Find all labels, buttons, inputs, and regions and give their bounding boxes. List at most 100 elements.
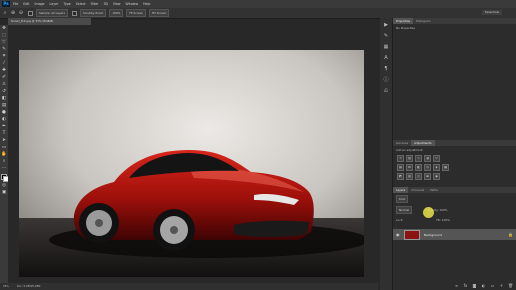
zoom-in-icon[interactable]: ⊕ (10, 10, 16, 16)
fill-screen-button[interactable]: Fill Screen (149, 9, 170, 17)
tab-paths[interactable]: Paths (427, 187, 441, 193)
color-lookup-icon[interactable]: ▦ (442, 164, 449, 171)
color-balance-icon[interactable]: ⚖ (406, 164, 413, 171)
brightness-icon[interactable]: ☼ (397, 155, 404, 162)
tab-histogram[interactable]: Histogram (413, 18, 434, 24)
tab-channels[interactable]: Channels (408, 187, 427, 193)
photo-filter-icon[interactable]: ◎ (424, 164, 431, 171)
path-select-icon[interactable]: ➤ (1, 138, 7, 144)
play-icon[interactable]: ▶ (382, 21, 390, 29)
tab-properties[interactable]: Properties (393, 18, 414, 24)
scrubby-zoom-checkbox[interactable] (71, 10, 77, 16)
levels-icon[interactable]: ▥ (406, 155, 413, 162)
hand-icon[interactable]: ✋ (1, 152, 7, 158)
lock-label: Lock: (396, 218, 404, 222)
lasso-icon[interactable]: ➰ (1, 40, 7, 46)
black-white-icon[interactable]: ◧ (415, 164, 422, 171)
crop-icon[interactable]: ⌗ (1, 54, 7, 60)
delete-layer-icon[interactable]: 🗑 (508, 283, 513, 288)
gradient-icon[interactable]: ▤ (1, 103, 7, 109)
selective-color-icon[interactable]: ◉ (433, 173, 440, 180)
brush-settings-icon[interactable]: ✎ (382, 32, 390, 40)
dodge-icon[interactable]: ◐ (1, 117, 7, 123)
marquee-icon[interactable]: ⬚ (1, 33, 7, 39)
tab-libraries[interactable]: Libraries (393, 140, 411, 146)
invert-icon[interactable]: ◩ (397, 173, 404, 180)
threshold-icon[interactable]: ◫ (415, 173, 422, 180)
hue-saturation-icon[interactable]: ▤ (397, 164, 404, 171)
menu-filter[interactable]: Filter (91, 2, 99, 6)
tab-layers[interactable]: Layers (393, 187, 409, 193)
menu-edit[interactable]: Edit (23, 2, 29, 6)
type-icon[interactable]: T (1, 131, 7, 137)
eyedropper-icon[interactable]: ⁄ (1, 61, 7, 67)
screen-mode-icon[interactable]: ▣ (1, 190, 7, 196)
fit-screen-button[interactable]: Fit Screen (126, 9, 147, 17)
document-info: Doc: 5.93M/5.93M (16, 285, 41, 288)
vibrance-icon[interactable]: ▽ (433, 155, 440, 162)
layer-name[interactable]: Background (424, 233, 442, 237)
zoom-out-icon[interactable]: ⊖ (18, 10, 24, 16)
clone-source-icon[interactable]: ▦ (382, 43, 390, 51)
eraser-icon[interactable]: ◧ (1, 96, 7, 102)
blend-row: Normal Opacity: 100% (393, 205, 516, 215)
history-brush-icon[interactable]: ↺ (1, 89, 7, 95)
menu-image[interactable]: Image (35, 2, 45, 6)
tab-adjustments[interactable]: Adjustments (411, 140, 435, 146)
scrubby-zoom-option[interactable]: Scrubby Zoom (79, 9, 107, 17)
lock-icon[interactable]: 🔒 (508, 232, 513, 237)
menu-layer[interactable]: Layer (50, 2, 59, 6)
lock-row: Lock: Fill: 100% (393, 215, 516, 225)
menu-type[interactable]: Type (63, 2, 70, 6)
adjustment-layer-icon[interactable]: ◐ (481, 283, 486, 288)
layer-row-background[interactable]: ◉ Background 🔒 (393, 229, 516, 240)
paragraph-icon[interactable]: ¶ (382, 65, 390, 73)
blend-mode-select[interactable]: Normal (396, 206, 413, 214)
zoom-100-button[interactable]: 100% (109, 9, 124, 17)
zoom-tool-icon[interactable]: ⌕ (2, 10, 8, 16)
panel-icon-strip: ▶ ✎ ▦ A ¶ ⓘ ⎌ (380, 18, 392, 290)
quick-select-icon[interactable]: ✎ (1, 47, 7, 53)
healing-icon[interactable]: ✚ (1, 68, 7, 74)
posterize-icon[interactable]: ▨ (406, 173, 413, 180)
menu-window[interactable]: Window (126, 2, 139, 6)
zoom-icon[interactable]: ⌕ (1, 159, 7, 165)
stamp-icon[interactable]: ♙ (1, 82, 7, 88)
gradient-map-icon[interactable]: ▬ (424, 173, 431, 180)
document-tab[interactable]: ferrari_f12.jpg @ 33% (RGB/8) (8, 18, 91, 25)
move-icon[interactable]: ✥ (1, 26, 7, 32)
layer-mask-icon[interactable]: ◙ (472, 283, 477, 288)
channel-mixer-icon[interactable]: ◈ (433, 164, 440, 171)
blur-icon[interactable]: ● (1, 110, 7, 116)
group-icon[interactable]: ▭ (490, 283, 495, 288)
history-icon[interactable]: ⎌ (382, 87, 390, 95)
layer-style-icon[interactable]: fx (463, 283, 468, 288)
pen-icon[interactable]: ✒ (1, 124, 7, 130)
quick-mask-icon[interactable]: ◎ (1, 183, 7, 189)
color-swatches-icon[interactable] (1, 173, 9, 182)
layer-kind-filter[interactable]: Kind (396, 195, 409, 203)
brush-icon[interactable]: ✐ (1, 75, 7, 81)
info-icon[interactable]: ⓘ (382, 76, 390, 84)
more-tools-icon[interactable]: ⋯ (1, 166, 7, 172)
zoom-level[interactable]: 33% (3, 283, 9, 290)
menu-help[interactable]: Help (143, 2, 150, 6)
link-layers-icon[interactable]: ∞ (454, 283, 459, 288)
layer-thumbnail (404, 229, 420, 240)
menu-view[interactable]: View (113, 2, 121, 6)
layers-footer: ∞ fx ◙ ◐ ▭ ＋ 🗑 (450, 283, 513, 288)
menu-file[interactable]: File (13, 2, 18, 6)
curves-icon[interactable]: ∿ (415, 155, 422, 162)
resize-windows-checkbox[interactable] (28, 10, 33, 16)
visibility-eye-icon[interactable]: ◉ (396, 232, 402, 237)
fill-field[interactable]: Fill: 100% (433, 216, 453, 224)
sample-all-layers-option[interactable]: Sample: All Layers (36, 9, 68, 17)
menu-select[interactable]: Select (76, 2, 86, 6)
character-icon[interactable]: A (382, 54, 390, 62)
shape-icon[interactable]: ▭ (1, 145, 7, 151)
workspace-switcher[interactable]: Essentials (482, 10, 502, 15)
new-layer-icon[interactable]: ＋ (499, 283, 504, 288)
document-image[interactable] (19, 50, 364, 277)
exposure-icon[interactable]: ◑ (424, 155, 431, 162)
menu-3d[interactable]: 3D (103, 2, 107, 6)
